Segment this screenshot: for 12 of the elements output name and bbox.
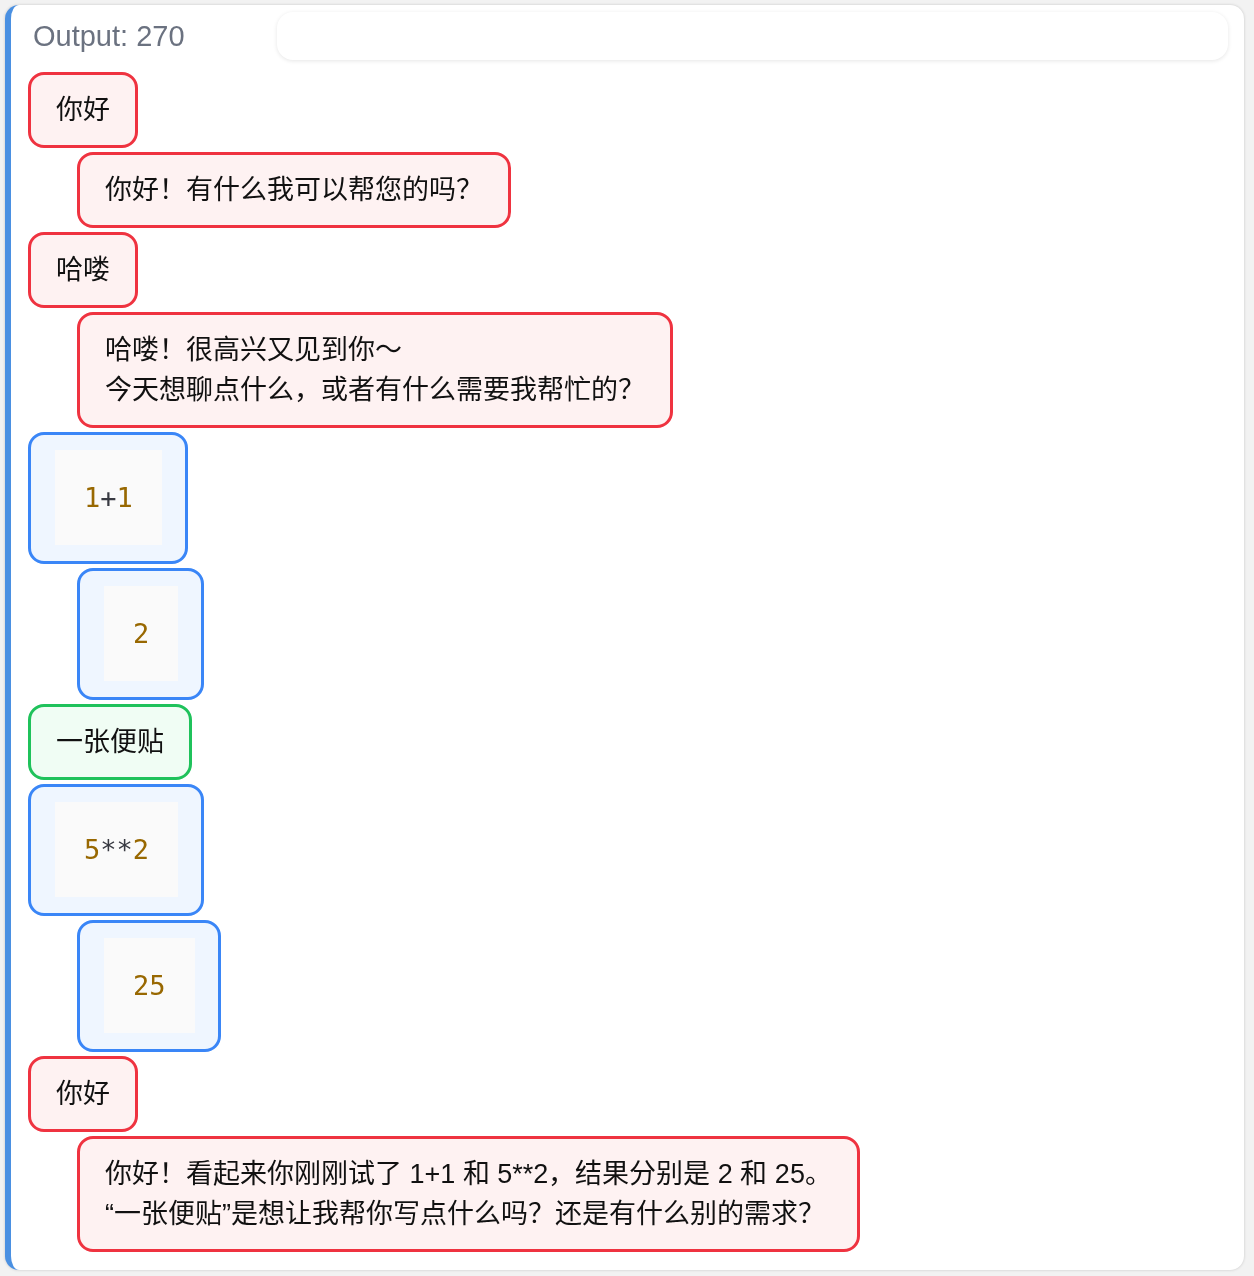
chat-message: 你好！有什么我可以帮您的吗？ [77, 152, 511, 228]
code-snippet: 25 [104, 938, 195, 1033]
code-snippet: 5**2 [55, 802, 179, 897]
code-snippet: 1+1 [55, 450, 162, 545]
code-snippet: 2 [104, 586, 179, 681]
chat-message: 你好 [28, 72, 138, 148]
chat-message: 你好！看起来你刚刚试了 1+1 和 5**2，结果分别是 2 和 25。 “一张便贴”是想让我帮你写点什么吗？还是有什么别的需求？ [77, 1136, 860, 1252]
chat-message: 哈喽 [28, 232, 138, 308]
note-message: 一张便贴 [28, 704, 192, 780]
chat-message: 你好 [28, 1056, 138, 1132]
chat-message: 哈喽！很高兴又见到你～ 今天想聊点什么，或者有什么需要我帮忙的？ [77, 312, 673, 428]
output-title: Output: 270 [33, 19, 186, 54]
